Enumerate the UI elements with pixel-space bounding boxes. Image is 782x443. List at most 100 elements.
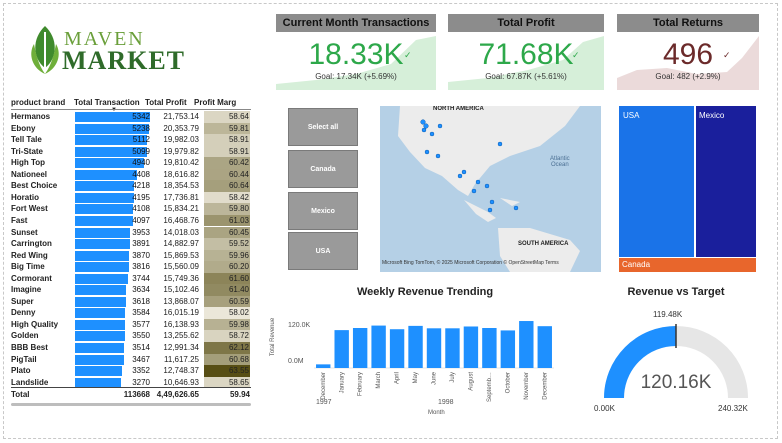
table-row[interactable]: Best Choice 4218 18,354.53 60.64 [11,180,251,192]
brand-name: Super [11,296,34,306]
table-row[interactable]: Super 3618 13,868.07 60.59 [11,295,251,308]
profit-value: 18,616.82 [163,169,199,179]
table-row[interactable]: High Quality 3577 16,138.93 59.98 [11,318,251,331]
revenue-bar[interactable] [334,330,349,368]
y-tick-top: 120.0K [288,322,311,329]
profit-value: 19,982.03 [163,135,199,145]
total-transactions: 113668 [123,390,150,399]
profit-value: 16,138.93 [163,319,199,329]
profit-value: 15,834.21 [163,204,199,214]
margin-value: 58.91 [204,134,250,146]
table-row[interactable]: Golden 3550 13,255.62 58.72 [11,330,251,342]
table-row[interactable]: Plato 3352 12,748.37 63.55 [11,365,251,377]
transaction-value: 3953 [132,227,150,237]
revenue-bar[interactable] [445,328,460,368]
transaction-value: 3870 [132,250,150,260]
table-row[interactable]: Horatio 4195 17,736.81 58.42 [11,191,251,204]
slicer-select-all[interactable]: Select all [288,108,358,146]
slicer-usa[interactable]: USA [288,232,358,270]
table-row[interactable]: Tell Tale 5112 19,982.03 58.91 [11,134,251,146]
kpi-title: Total Returns [617,14,759,32]
brand-name: PigTail [11,354,37,364]
transaction-value: 5342 [132,112,150,121]
brand-name: High Quality [11,319,59,329]
column-header-profit-margin[interactable]: Profit Marg [194,98,250,107]
table-row[interactable]: PigTail 3467 11,617.25 60.68 [11,353,251,366]
margin-value: 58.02 [204,307,250,319]
table-row[interactable]: Big Time 3816 15,560.09 60.20 [11,261,251,273]
table-row[interactable]: Ebony 5238 20,353.79 59.81 [11,122,251,135]
slicer-label: Mexico [311,208,335,215]
table-row[interactable]: Carrington 3891 14,882.97 59.52 [11,238,251,250]
total-profit: 4,49,626.65 [156,390,199,399]
profit-value: 10,646.93 [163,377,199,387]
x-tick-label: October [505,372,511,393]
table-scrollbar[interactable] [11,403,251,406]
store-map[interactable]: NORTH AMERICA Atlantic Ocean SOUTH AMERI… [380,106,601,272]
table-row[interactable]: Denny 3584 16,015.19 58.02 [11,307,251,319]
table-row[interactable]: Sunset 3953 14,018.03 60.45 [11,226,251,239]
revenue-bar[interactable] [316,364,331,368]
margin-value: 59.98 [204,318,250,331]
transaction-value: 3577 [132,319,150,329]
treemap-label: USA [623,111,640,120]
slicer-canada[interactable]: Canada [288,150,358,188]
kpi-title: Current Month Transactions [276,14,436,32]
column-header-brand[interactable]: product brand [11,98,65,107]
transaction-value: 5238 [132,123,150,133]
table-row[interactable]: BBB Best 3514 12,991.34 62.12 [11,342,251,354]
transaction-value: 4108 [132,204,150,214]
margin-value: 60.20 [204,261,250,273]
table-row[interactable]: High Top 4940 19,810.42 60.42 [11,157,251,169]
brand-name: Sunset [11,227,38,237]
revenue-bar[interactable] [519,321,534,368]
table-row[interactable]: Fast 4097 16,468.76 61.03 [11,214,251,227]
map-attribution: Microsoft Bing TomTom, © 2025 Microsoft … [382,260,559,266]
transaction-value: 4940 [132,158,150,168]
treemap-tile-canada[interactable]: Canada [619,258,756,272]
table-row[interactable]: Cormorant 3744 15,749.36 61.60 [11,272,251,285]
margin-value: 58.72 [204,330,250,342]
profit-value: 12,991.34 [163,343,199,352]
revenue-bar[interactable] [463,326,479,368]
transaction-value: 4408 [132,169,150,179]
column-header-total-transaction[interactable]: Total Transaction [74,98,140,107]
brand-name: Fort West [11,204,48,214]
y-axis-label: Total Revenue [270,317,277,357]
margin-value: 63.55 [204,365,250,377]
revenue-bar[interactable] [389,329,405,368]
weekly-revenue-chart: Weekly Revenue Trending Total Revenue 12… [270,284,580,424]
revenue-bar[interactable] [408,325,423,368]
treemap-label: Canada [622,260,651,269]
revenue-bar[interactable] [500,330,516,368]
table-row[interactable]: Hermanos 5342 21,753.14 58.64 [11,111,251,123]
slicer-label: Canada [310,166,336,173]
revenue-bar[interactable] [426,328,442,368]
brand-name: Tri-State [11,146,44,156]
table-row[interactable]: Imagine 3634 15,102.46 61.40 [11,284,251,296]
brand-name: Carrington [11,239,52,249]
revenue-bar[interactable] [482,328,497,368]
profit-value: 14,882.97 [163,239,199,249]
revenue-bar[interactable] [352,328,368,368]
revenue-bar[interactable] [371,325,386,368]
profit-value: 13,255.62 [163,331,199,341]
margin-value: 58.91 [204,145,250,158]
kpi-total-profit: Total Profit 71.68K ✓ Goal: 67.87K (+5.6… [448,14,604,90]
brand-name: Best Choice [11,181,58,191]
profit-value: 21,753.14 [163,112,199,121]
table-row[interactable]: Tri-State 5099 19,979.82 58.91 [11,145,251,158]
brand-name: Horatio [11,192,39,202]
check-icon: ✓ [572,50,580,60]
brand-name: Golden [11,331,39,341]
slicer-mexico[interactable]: Mexico [288,192,358,230]
profit-value: 16,468.76 [163,215,199,225]
treemap-tile-mexico[interactable]: Mexico [696,106,756,257]
treemap-tile-usa[interactable]: USA [619,106,695,257]
revenue-bar[interactable] [537,326,552,368]
table-row[interactable]: Nationeel 4408 18,616.82 60.44 [11,168,251,181]
table-row[interactable]: Red Wing 3870 15,869.53 59.96 [11,249,251,262]
column-header-total-profit[interactable]: Total Profit [145,98,187,107]
table-row[interactable]: Fort West 4108 15,834.21 59.80 [11,203,251,215]
brand-name: Red Wing [11,250,48,260]
